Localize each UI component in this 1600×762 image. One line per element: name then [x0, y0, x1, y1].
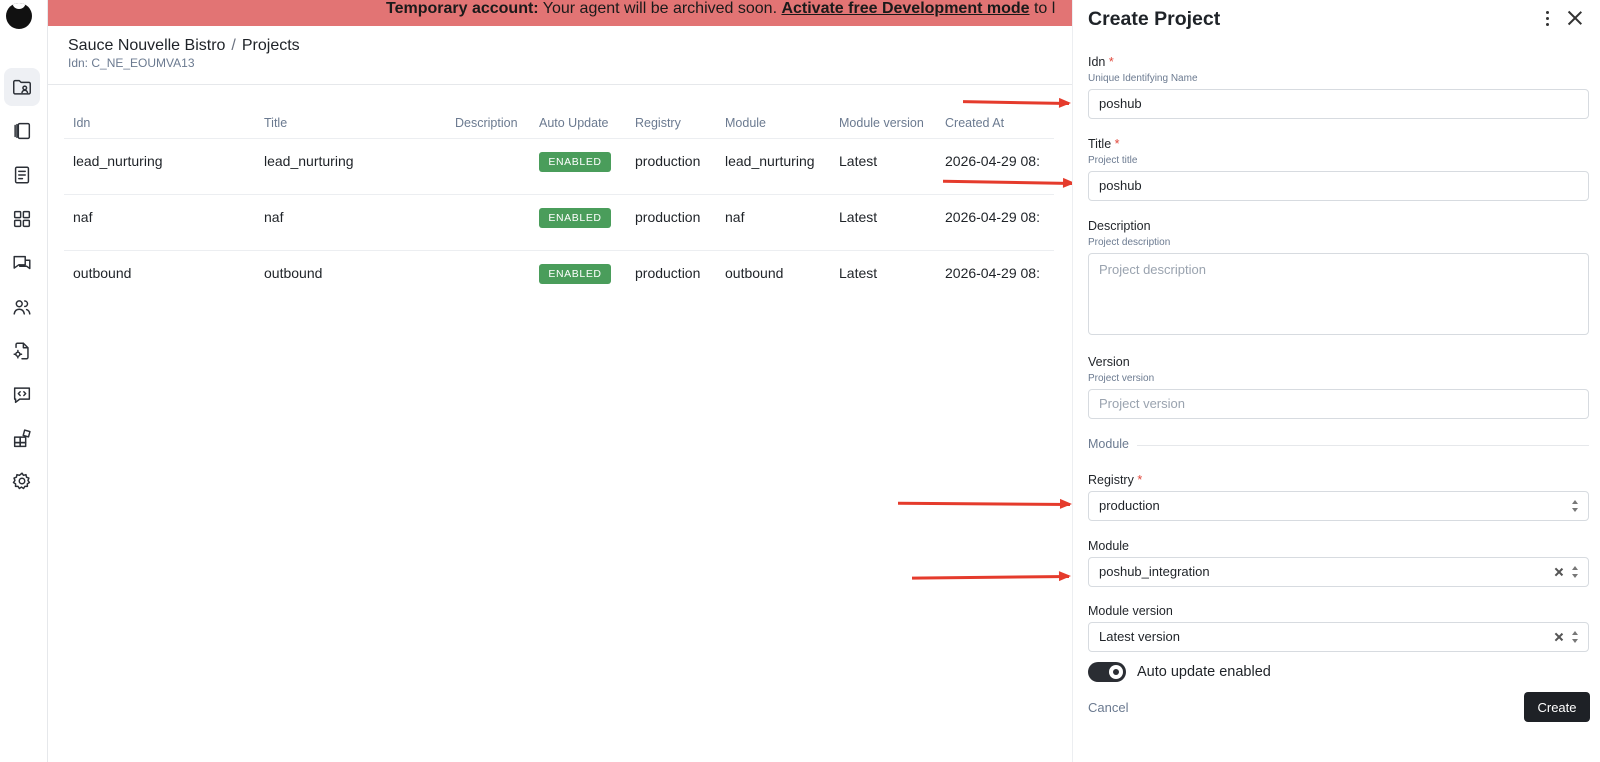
- cell-module: outbound: [725, 265, 784, 281]
- cell-created-at: 2026-04-29 08:: [945, 153, 1040, 169]
- cell-idn: outbound: [73, 265, 132, 281]
- clear-icon[interactable]: [1554, 567, 1564, 577]
- module-select[interactable]: poshub_integration: [1088, 557, 1589, 587]
- module-label: Module: [1088, 539, 1129, 553]
- close-icon[interactable]: [1565, 8, 1585, 28]
- document-icon[interactable]: [4, 156, 40, 194]
- status-badge: ENABLED: [539, 152, 611, 172]
- module-section-divider: [1137, 445, 1589, 446]
- cell-registry: production: [635, 265, 701, 281]
- cell-registry: production: [635, 153, 701, 169]
- module-version-select[interactable]: Latest version: [1088, 622, 1589, 652]
- app-logo[interactable]: [6, 3, 32, 29]
- registry-select[interactable]: production: [1088, 491, 1589, 521]
- cell-module-version: Latest: [839, 209, 878, 225]
- kanban-icon[interactable]: [4, 112, 40, 150]
- title-label: Title *: [1088, 137, 1120, 151]
- modules-icon[interactable]: [4, 420, 40, 458]
- status-badge: ENABLED: [539, 264, 611, 284]
- module-section-label: Module: [1088, 437, 1129, 451]
- column-header-description[interactable]: Description: [455, 116, 518, 130]
- registry-label: Registry *: [1088, 473, 1143, 487]
- cancel-button[interactable]: Cancel: [1088, 700, 1128, 715]
- file-settings-icon[interactable]: [4, 332, 40, 370]
- required-mark: *: [1114, 137, 1120, 151]
- row-divider: [64, 250, 1054, 251]
- chat-icon[interactable]: [4, 244, 40, 282]
- annotation-arrow: [942, 179, 1074, 185]
- chevron-updown-icon[interactable]: [1572, 566, 1580, 578]
- auto-update-label: Auto update enabled: [1137, 664, 1271, 680]
- cell-created-at: 2026-04-29 08:: [945, 209, 1040, 225]
- column-header-module[interactable]: Module: [725, 116, 766, 130]
- sidebar: [0, 0, 48, 762]
- version-label: Version: [1088, 355, 1130, 369]
- gear-icon[interactable]: [4, 462, 40, 500]
- column-header-module-version[interactable]: Module version: [839, 116, 924, 130]
- projects-nav-icon[interactable]: [4, 68, 40, 106]
- temporary-account-banner: Temporary account: Your agent will be ar…: [48, 0, 1072, 26]
- cell-module: lead_nurturing: [725, 153, 815, 169]
- cell-title: naf: [264, 209, 284, 225]
- more-options-icon[interactable]: [1539, 8, 1555, 28]
- title-field[interactable]: poshub: [1088, 171, 1589, 201]
- banner-bold-text: Temporary account:: [386, 0, 539, 17]
- column-header-registry[interactable]: Registry: [635, 116, 681, 130]
- panel-title: Create Project: [1088, 8, 1221, 30]
- module-version-label: Module version: [1088, 604, 1173, 618]
- module-version-value: Latest version: [1099, 629, 1180, 644]
- cell-module-version: Latest: [839, 265, 878, 281]
- banner-text: Your agent will be archived soon.: [538, 0, 782, 17]
- cell-module-version: Latest: [839, 153, 878, 169]
- description-field[interactable]: Project description: [1088, 253, 1589, 335]
- annotation-arrow: [897, 501, 1071, 506]
- cell-created-at: 2026-04-29 08:: [945, 265, 1040, 281]
- org-idn: Idn: C_NE_EOUMVA13: [68, 56, 195, 70]
- breadcrumb-page: Projects: [241, 37, 300, 54]
- breadcrumb-org[interactable]: Sauce Nouvelle Bistro: [68, 37, 225, 54]
- idn-hint: Unique Identifying Name: [1088, 73, 1198, 84]
- create-project-panel: Create Project Idn * Unique Identifying …: [1072, 0, 1600, 762]
- table-header-divider: [64, 138, 1054, 139]
- column-header-auto-update[interactable]: Auto Update: [539, 116, 609, 130]
- activate-dev-mode-link[interactable]: Activate free Development mode: [781, 0, 1029, 17]
- clear-icon[interactable]: [1554, 632, 1564, 642]
- breadcrumb-separator: /: [231, 37, 236, 54]
- column-header-title[interactable]: Title: [264, 116, 287, 130]
- column-header-created-at[interactable]: Created At: [945, 116, 1004, 130]
- cell-idn: naf: [73, 209, 93, 225]
- grid-icon[interactable]: [4, 200, 40, 238]
- idn-label: Idn *: [1088, 55, 1114, 69]
- breadcrumb: Sauce Nouvelle Bistro / Projects: [68, 37, 300, 55]
- header-divider: [48, 84, 1072, 85]
- annotation-arrow: [911, 575, 1070, 580]
- banner-tail: to l: [1029, 0, 1056, 17]
- description-hint: Project description: [1088, 237, 1171, 248]
- cell-module: naf: [725, 209, 745, 225]
- chevron-updown-icon[interactable]: [1572, 500, 1580, 512]
- auto-update-toggle[interactable]: [1088, 662, 1126, 682]
- annotation-arrow: [962, 100, 1070, 105]
- version-field[interactable]: Project version: [1088, 389, 1589, 419]
- create-button[interactable]: Create: [1524, 692, 1590, 722]
- chevron-updown-icon[interactable]: [1572, 631, 1580, 643]
- module-value: poshub_integration: [1099, 564, 1210, 579]
- description-label: Description: [1088, 219, 1151, 233]
- cell-idn: lead_nurturing: [73, 153, 163, 169]
- users-icon[interactable]: [4, 288, 40, 326]
- registry-value: production: [1099, 498, 1160, 513]
- status-badge: ENABLED: [539, 208, 611, 228]
- required-mark: *: [1137, 473, 1143, 487]
- title-hint: Project title: [1088, 155, 1138, 166]
- required-mark: *: [1108, 55, 1114, 69]
- version-hint: Project version: [1088, 373, 1155, 384]
- idn-field[interactable]: poshub: [1088, 89, 1589, 119]
- column-header-idn[interactable]: Idn: [73, 116, 90, 130]
- cell-title: lead_nurturing: [264, 153, 354, 169]
- cell-title: outbound: [264, 265, 323, 281]
- code-chat-icon[interactable]: [4, 376, 40, 414]
- row-divider: [64, 194, 1054, 195]
- cell-registry: production: [635, 209, 701, 225]
